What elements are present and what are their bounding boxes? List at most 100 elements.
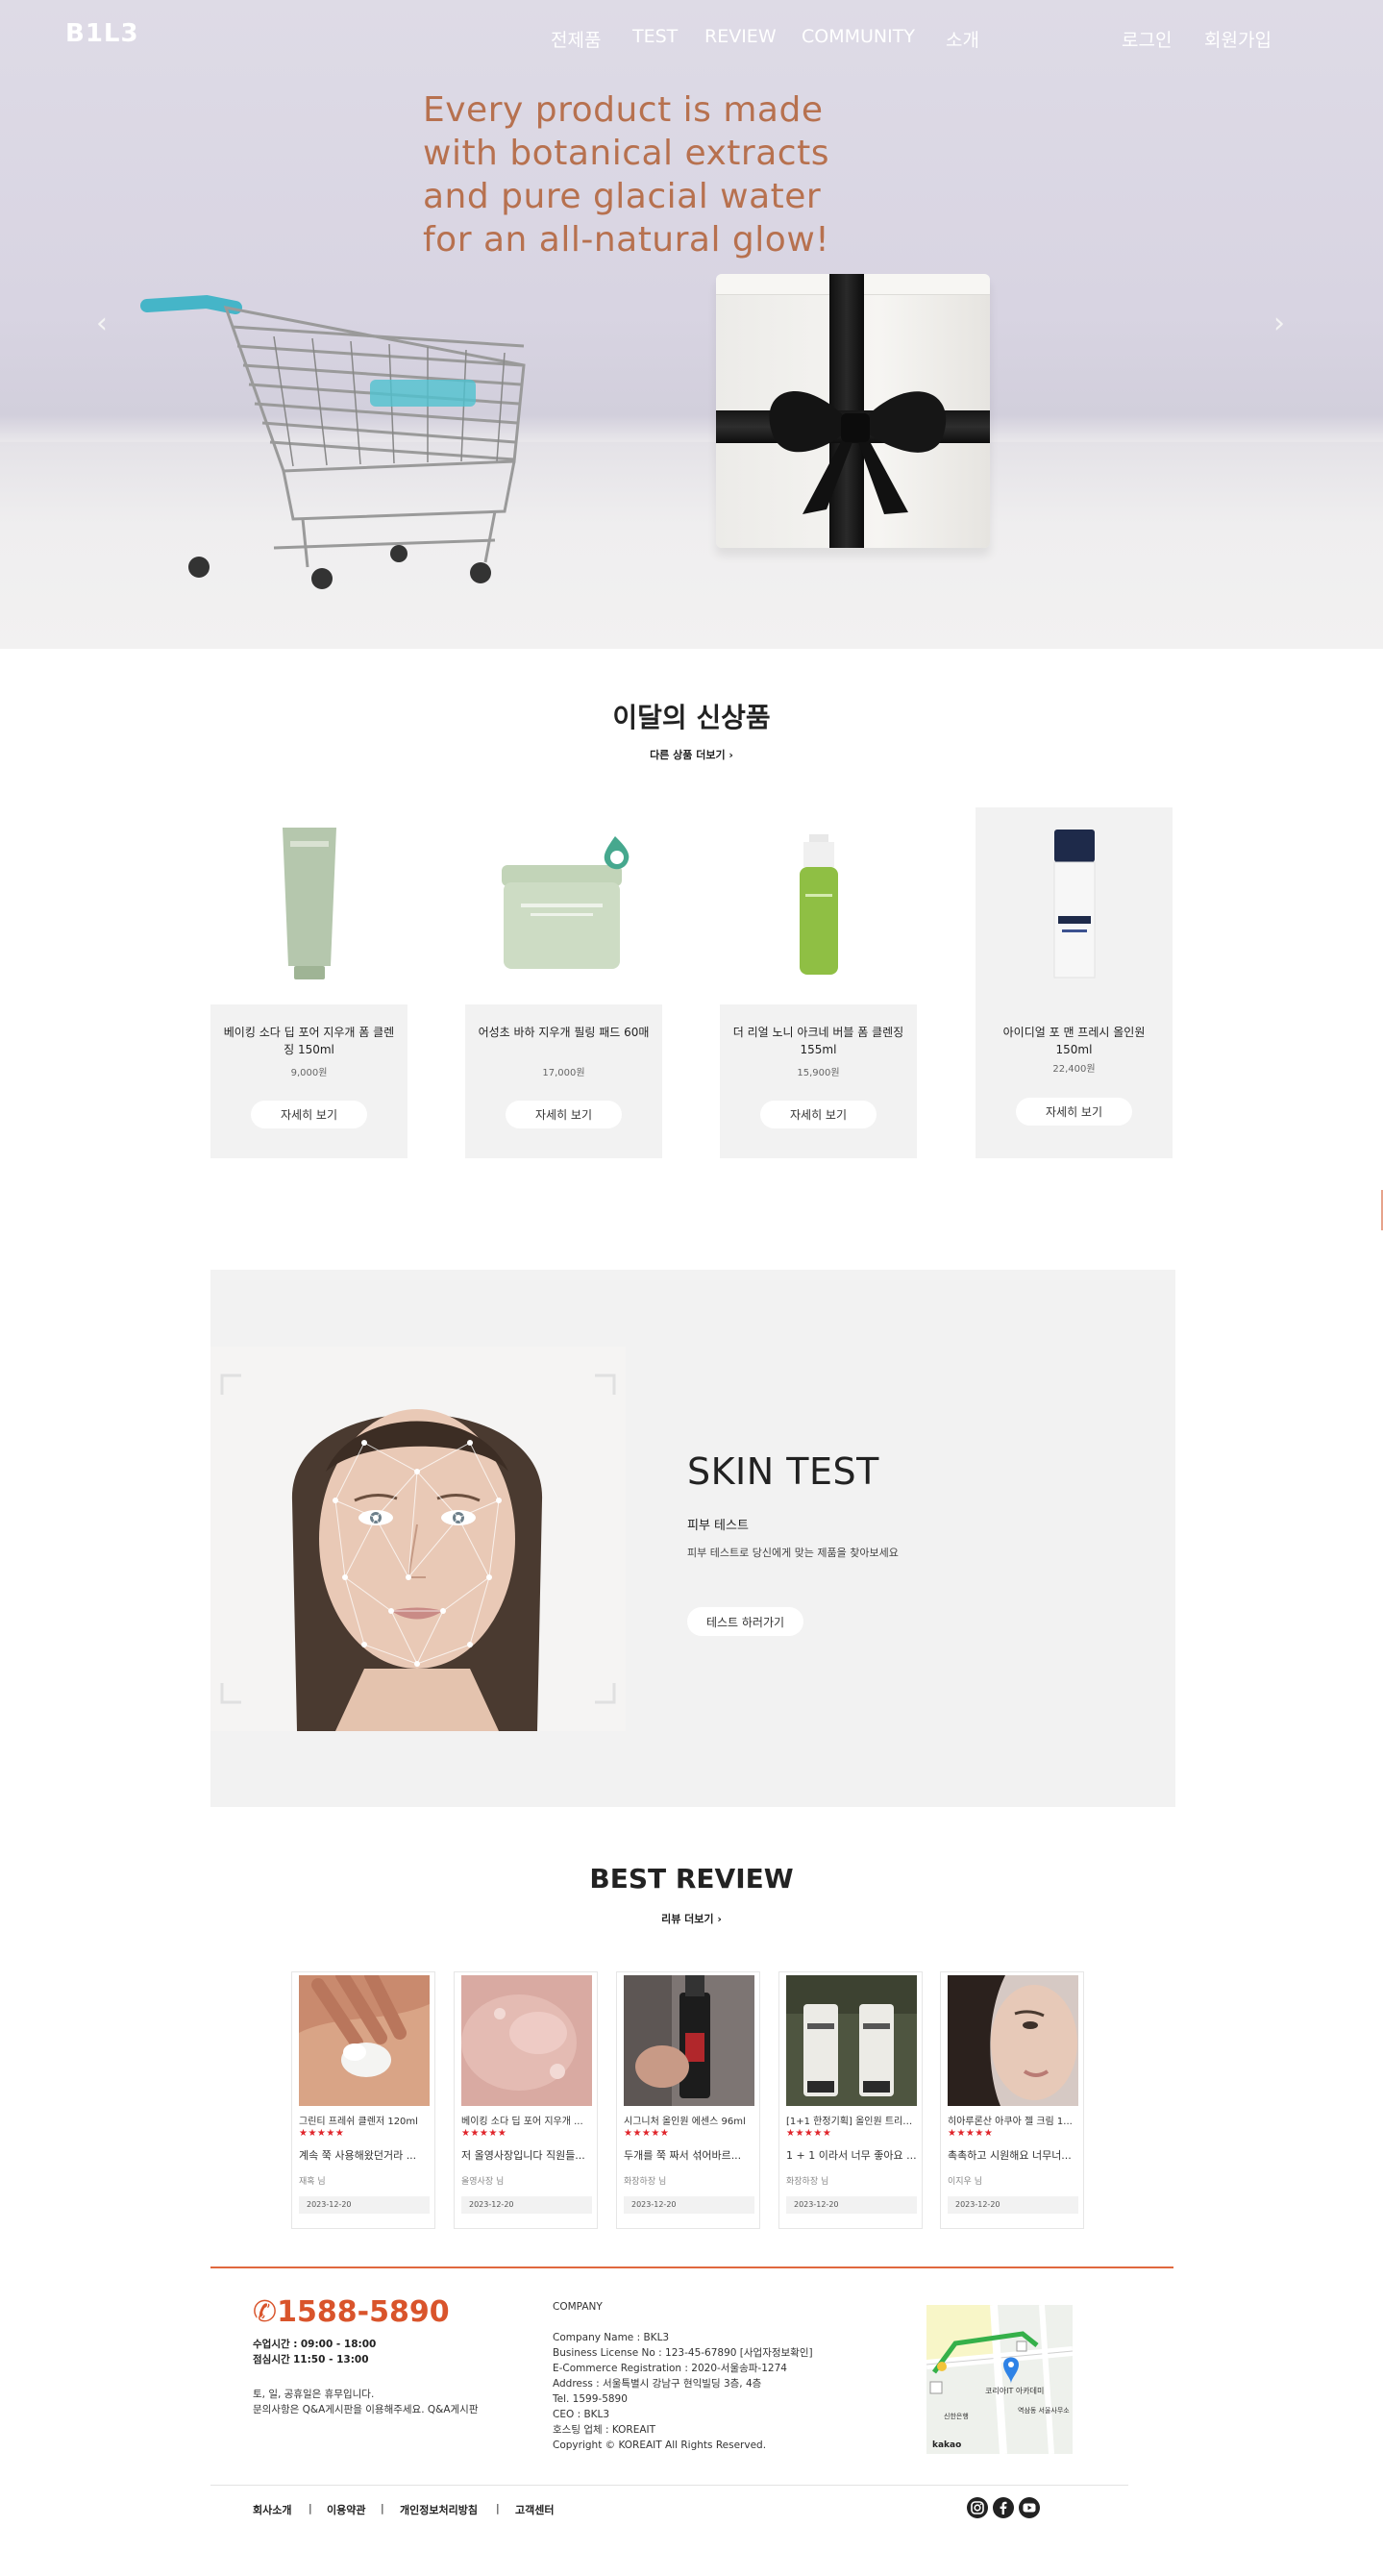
customer-phone: ✆1588-5890 (253, 2295, 450, 2329)
nav-signup[interactable]: 회원가입 (1204, 26, 1272, 52)
location-map[interactable]: 코리아IT 아카데미 신한은행 역삼동 서울사무소 kakao (926, 2305, 1073, 2454)
review-photo[interactable] (786, 1975, 917, 2106)
map-place-label: 코리아IT 아카데미 (985, 2386, 1044, 2395)
map-brand-label: kakao (932, 2440, 961, 2450)
product-card[interactable]: 아이디얼 포 맨 프레시 올인원 150ml 22,400원 자세히 보기 (976, 807, 1173, 1158)
review-author: 화장하장 님 (786, 2177, 829, 2187)
hero-headline: Every product is made with botanical ext… (423, 88, 1000, 261)
review-card[interactable]: 그린티 프레쉬 클렌저 120ml ★★★★★ 계속 쭉 사용해왔던거라 ...… (291, 1971, 435, 2229)
review-product-name[interactable]: 히아루론산 아쿠아 젤 크림 1... (948, 2113, 1078, 2127)
star-rating-icon: ★★★★★ (624, 2128, 670, 2139)
nav-community[interactable]: COMMUNITY (802, 26, 915, 47)
review-photo[interactable] (299, 1975, 430, 2106)
carousel-prev-icon[interactable]: ‹ (96, 310, 108, 338)
footer-link-support[interactable]: 고객센터 (515, 2502, 554, 2517)
review-card[interactable]: 히아루론산 아쿠아 젤 크림 1... ★★★★★ 촉촉하고 시원해요 너무너.… (940, 1971, 1084, 2229)
product-image[interactable] (976, 807, 1173, 1000)
review-photo[interactable] (624, 1975, 754, 2106)
skin-test-subtitle: 피부 테스트 (687, 1519, 749, 1533)
footer-link-terms[interactable]: 이용약관 (327, 2502, 365, 2517)
review-date: 2023-12-20 (299, 2196, 430, 2214)
footer-link-company[interactable]: 회사소개 (253, 2502, 291, 2517)
star-rating-icon: ★★★★★ (461, 2128, 507, 2139)
holiday-notice: 토, 일, 공휴일은 휴무입니다. 문의사항은 Q&A게시판을 이용해주세요. … (253, 2389, 479, 2417)
product-price: 9,000원 (290, 1068, 328, 1078)
review-text[interactable]: 저 올영사장입니다 직원들... (461, 2147, 592, 2163)
business-hours: 수업시간 : 09:00 - 18:00 점심시간 11:50 - 13:00 (253, 2339, 377, 2365)
nav-login[interactable]: 로그인 (1122, 26, 1172, 52)
star-rating-icon: ★★★★★ (299, 2128, 345, 2139)
review-product-name[interactable]: [1+1 한정기획] 올인원 트리트... (786, 2113, 917, 2127)
nav-all-products[interactable]: 전제품 (551, 26, 601, 52)
footer-separator: | (496, 2502, 500, 2514)
product-image[interactable] (465, 807, 662, 1000)
hero-banner: B1L3 전제품 TEST REVIEW COMMUNITY 소개 로그인 회원… (0, 0, 1383, 649)
view-details-button[interactable]: 자세히 보기 (1016, 1098, 1132, 1126)
product-info: 아이디얼 포 맨 프레시 올인원 150ml 22,400원 자세히 보기 (976, 1004, 1173, 1158)
review-product-name[interactable]: 시그니처 올인원 에센스 96ml (624, 2113, 754, 2127)
facebook-icon[interactable] (993, 2497, 1014, 2518)
review-text[interactable]: 두개를 쭉 짜서 섞어바르... (624, 2147, 754, 2163)
review-author: 화장하장 님 (624, 2177, 667, 2187)
product-price: 22,400원 (1052, 1064, 1096, 1075)
company-line: 호스팅 업체 : KOREAIT (553, 2424, 656, 2436)
review-card[interactable]: 베이킹 소다 딥 포어 지우개 ... ★★★★★ 저 올영사장입니다 직원들.… (454, 1971, 598, 2229)
start-test-button[interactable]: 테스트 하러가기 (687, 1607, 803, 1636)
more-reviews-link[interactable]: 리뷰 더보기 › (0, 1911, 1383, 1926)
company-line: Copyright © KOREAIT All Rights Reserved. (553, 2440, 767, 2451)
face-scan-image (210, 1347, 626, 1731)
skin-test-description: 피부 테스트로 당신에게 맞는 제품을 찾아보세요 (687, 1547, 899, 1559)
company-line: E-Commerce Registration : 2020-서울송파-1274 (553, 2363, 787, 2374)
review-author: 이지우 님 (948, 2177, 982, 2187)
product-info: 어성초 바하 지우개 필링 패드 60매 17,000원 자세히 보기 (465, 1004, 662, 1158)
skin-test-section: SKIN TEST 피부 테스트 피부 테스트로 당신에게 맞는 제품을 찾아보… (210, 1270, 1175, 1807)
more-products-link[interactable]: 다른 상품 더보기 › (0, 747, 1383, 762)
star-rating-icon: ★★★★★ (786, 2128, 832, 2139)
product-image[interactable] (720, 807, 917, 1000)
company-heading: COMPANY (553, 2301, 603, 2313)
hero-line: Every product is made (423, 90, 824, 130)
review-photo[interactable] (948, 1975, 1078, 2106)
footer-divider (210, 2266, 1173, 2268)
product-name[interactable]: 더 리얼 노니 아크네 버블 폼 클렌징 155ml (729, 1024, 907, 1058)
youtube-icon[interactable] (1019, 2497, 1040, 2518)
product-price: 17,000원 (542, 1068, 585, 1078)
review-text[interactable]: 1 + 1 이라서 너무 좋아요 ... (786, 2147, 917, 2163)
product-image[interactable] (210, 807, 407, 1000)
product-name[interactable]: 어성초 바하 지우개 필링 패드 60매 (475, 1024, 653, 1041)
instagram-icon[interactable] (967, 2497, 988, 2518)
top-navigation: B1L3 전제품 TEST REVIEW COMMUNITY 소개 로그인 회원… (0, 0, 1383, 71)
footer-link-privacy[interactable]: 개인정보처리방침 (400, 2502, 478, 2517)
company-line: Company Name : BKL3 (553, 2332, 670, 2343)
nav-test[interactable]: TEST (632, 26, 678, 47)
view-details-button[interactable]: 자세히 보기 (251, 1101, 367, 1128)
nav-about[interactable]: 소개 (946, 26, 979, 52)
product-name[interactable]: 베이킹 소다 딥 포어 지우개 폼 클렌징 150ml (220, 1024, 398, 1058)
review-product-name[interactable]: 그린티 프레쉬 클렌저 120ml (299, 2113, 430, 2127)
review-card[interactable]: [1+1 한정기획] 올인원 트리트... ★★★★★ 1 + 1 이라서 너무… (778, 1971, 923, 2229)
view-details-button[interactable]: 자세히 보기 (506, 1101, 622, 1128)
brand-logo[interactable]: B1L3 (65, 19, 139, 48)
skin-test-title: SKIN TEST (687, 1450, 879, 1493)
review-text[interactable]: 계속 쭉 사용해왔던거라 ... (299, 2147, 430, 2163)
new-products-title: 이달의 신상품 (612, 702, 771, 733)
review-date: 2023-12-20 (624, 2196, 754, 2214)
nav-review[interactable]: REVIEW (704, 26, 777, 47)
review-date: 2023-12-20 (786, 2196, 917, 2214)
phone-icon: ✆ (253, 2295, 278, 2329)
view-details-button[interactable]: 자세히 보기 (760, 1101, 877, 1128)
review-photo[interactable] (461, 1975, 592, 2106)
qna-link[interactable]: 문의사항은 Q&A게시판을 이용해주세요. Q&A게시판 (253, 2402, 479, 2417)
review-text[interactable]: 촉촉하고 시원해요 너무너... (948, 2147, 1078, 2163)
review-product-name[interactable]: 베이킹 소다 딥 포어 지우개 ... (461, 2113, 592, 2127)
hero-line: with botanical extracts (423, 134, 829, 173)
product-name[interactable]: 아이디얼 포 맨 프레시 올인원 150ml (985, 1024, 1163, 1058)
star-rating-icon: ★★★★★ (948, 2128, 994, 2139)
product-info: 더 리얼 노니 아크네 버블 폼 클렌징 155ml 15,900원 자세히 보… (720, 1004, 917, 1158)
footer-separator: | (309, 2502, 312, 2514)
shopping-cart-image (140, 294, 526, 589)
carousel-next-icon[interactable]: › (1273, 310, 1285, 338)
hero-line: and pure glacial water (423, 177, 822, 216)
product-price: 15,900원 (797, 1068, 840, 1078)
review-card[interactable]: 시그니처 올인원 에센스 96ml ★★★★★ 두개를 쭉 짜서 섞어바르...… (616, 1971, 760, 2229)
